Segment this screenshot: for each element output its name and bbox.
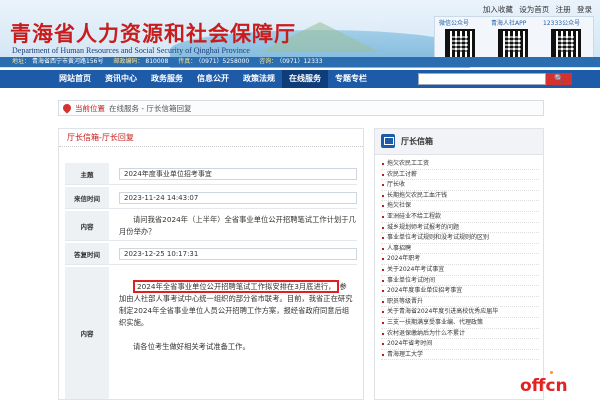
phone-text: （0971）5258000 — [198, 58, 250, 65]
site-subtitle: Department of Human Resources and Social… — [12, 46, 250, 55]
sidebar-title: 厅长信箱 — [401, 137, 433, 146]
sidebar-item[interactable]: 关于2024年考试事宜 — [381, 265, 539, 276]
sidebar-header: 厅长信箱 — [375, 129, 543, 155]
content-value: 请问我省2024年（上半年）全省事业单位公开招聘笔试工作计划于几月份举办？ — [119, 214, 356, 236]
address-text: 青海省西宁市黄河路156号 — [32, 58, 104, 65]
nav-info[interactable]: 信息公开 — [190, 70, 236, 88]
sidebar-item[interactable]: 人事招聘 — [381, 244, 539, 255]
letter-panel-title: 厅长信箱-厅长回复 — [59, 129, 363, 147]
letter-time-label: 来信时间 — [65, 187, 109, 208]
sidebar-item[interactable]: 农民工讨薪 — [381, 170, 539, 181]
reply-closing: 请各位考生做好相关考试准备工作。 — [133, 342, 250, 351]
sidebar-item[interactable]: 长期拖欠农民工血汗钱 — [381, 191, 539, 202]
breadcrumb-label: 当前位置 — [75, 104, 105, 113]
subject-value: 2024年度事业单位招考事宜 — [119, 167, 357, 180]
register-link[interactable]: 注册 — [556, 5, 571, 14]
sidebar-item[interactable]: 事业单位考试时间 — [381, 276, 539, 287]
sidebar-item[interactable]: 事业单位考试规则和没考试规则的区别 — [381, 233, 539, 244]
sidebar-item[interactable]: 农村退保缴纳后为什么不累计 — [381, 329, 539, 340]
breadcrumb-path[interactable]: 在线服务 - 厅长信箱回复 — [109, 104, 191, 113]
location-pin-icon — [61, 102, 73, 114]
nav-news[interactable]: 资讯中心 — [98, 70, 144, 88]
nav-policy[interactable]: 政策法规 — [236, 70, 282, 88]
letter-time-row: 来信时间 2023-11-24 14:43:07 — [65, 187, 357, 209]
reply-time-value: 2023-12-25 10:17:31 — [119, 247, 357, 260]
postcode-text: 810008 — [145, 58, 169, 65]
sidebar-item[interactable]: 2024年省考时间 — [381, 339, 539, 350]
hotline-text: （0971）12333 — [279, 58, 323, 65]
sidebar-item[interactable]: 城乡规划师考试报考的问题 — [381, 223, 539, 234]
offcn-watermark-logo: offcn — [520, 371, 568, 396]
qr-code-icon — [445, 29, 475, 59]
nav-services[interactable]: 政务服务 — [144, 70, 190, 88]
sidebar-item[interactable]: 2024年度事业单位招考事宜 — [381, 286, 539, 297]
top-links: 加入收藏 设为首页 注册 登录 — [479, 4, 592, 15]
content-row: 内容 请问我省2024年（上半年）全省事业单位公开招聘笔试工作计划于几月份举办？ — [65, 211, 357, 241]
qr-code-icon — [551, 29, 581, 59]
subject-label: 主题 — [65, 163, 109, 184]
search-button[interactable]: 🔍 — [546, 73, 572, 85]
reply-row: 内容 2024年全省事业单位公开招聘笔试工作拟安排在3月底进行， 参加由人社部人事… — [65, 267, 357, 399]
letter-time-value: 2023-11-24 14:43:07 — [119, 191, 357, 204]
mailbox-icon — [381, 134, 395, 148]
mailbox-sidebar: 厅长信箱 拖欠农民工工资 农民工讨薪 厅长收 长期拖欠农民工血汗钱 拖欠社保 亚洲硅业不给… — [374, 128, 544, 400]
breadcrumb: 当前位置 在线服务 - 厅长信箱回复 — [58, 100, 544, 116]
sidebar-item[interactable]: 拖欠农民工工资 — [381, 159, 539, 170]
qr-label-12333: 12333公众号 — [543, 20, 581, 27]
nav-home[interactable]: 网站首页 — [52, 70, 98, 88]
sidebar-item[interactable]: 青海理工大学 — [381, 350, 539, 361]
nav-topics[interactable]: 专题专栏 — [328, 70, 374, 88]
reply-time-label: 答复时间 — [65, 243, 109, 264]
set-homepage-link[interactable]: 设为首页 — [519, 5, 549, 14]
sidebar-item[interactable]: 三支一扶期满享受事业编、代理政策 — [381, 318, 539, 329]
qr-label-app: 青海人社APP — [491, 20, 527, 27]
sidebar-item[interactable]: 拖欠社保 — [381, 201, 539, 212]
add-favorite-link[interactable]: 加入收藏 — [483, 5, 513, 14]
search-input[interactable] — [418, 73, 546, 85]
content-label: 内容 — [65, 211, 109, 240]
site-title: 青海省人力资源和社会保障厅 — [10, 21, 296, 46]
address-bar: 地址： 青海省西宁市黄河路156号 邮政编码： 810008 传真： （0971）52… — [0, 57, 600, 67]
nav-online[interactable]: 在线服务 — [282, 70, 328, 88]
sidebar-item[interactable]: 2024年职考 — [381, 254, 539, 265]
reply-highlight: 2024年全省事业单位公开招聘笔试工作拟安排在3月底进行， — [133, 280, 340, 293]
sidebar-item[interactable]: 亚洲硅业不给工程款 — [381, 212, 539, 223]
sidebar-item[interactable]: 职员等级晋升 — [381, 297, 539, 308]
letter-detail-panel: 厅长信箱-厅长回复 主题 2024年度事业单位招考事宜 来信时间 2023-11… — [58, 128, 364, 400]
sidebar-list: 拖欠农民工工资 农民工讨薪 厅长收 长期拖欠农民工血汗钱 拖欠社保 亚洲硅业不给工程款 城乡… — [381, 159, 539, 361]
reply-time-row: 答复时间 2023-12-25 10:17:31 — [65, 243, 357, 265]
sidebar-item[interactable]: 关于青海省2024年度引进高校优秀应届毕 — [381, 307, 539, 318]
subject-row: 主题 2024年度事业单位招考事宜 — [65, 163, 357, 185]
qr-label-wechat: 微信公众号 — [439, 20, 470, 27]
sidebar-item[interactable]: 厅长收 — [381, 180, 539, 191]
qr-code-icon — [498, 29, 528, 59]
reply-label: 内容 — [65, 267, 109, 399]
main-nav: 网站首页 资讯中心 政务服务 信息公开 政策法规 在线服务 专题专栏 🔍 — [0, 70, 600, 88]
login-link[interactable]: 登录 — [577, 5, 592, 14]
